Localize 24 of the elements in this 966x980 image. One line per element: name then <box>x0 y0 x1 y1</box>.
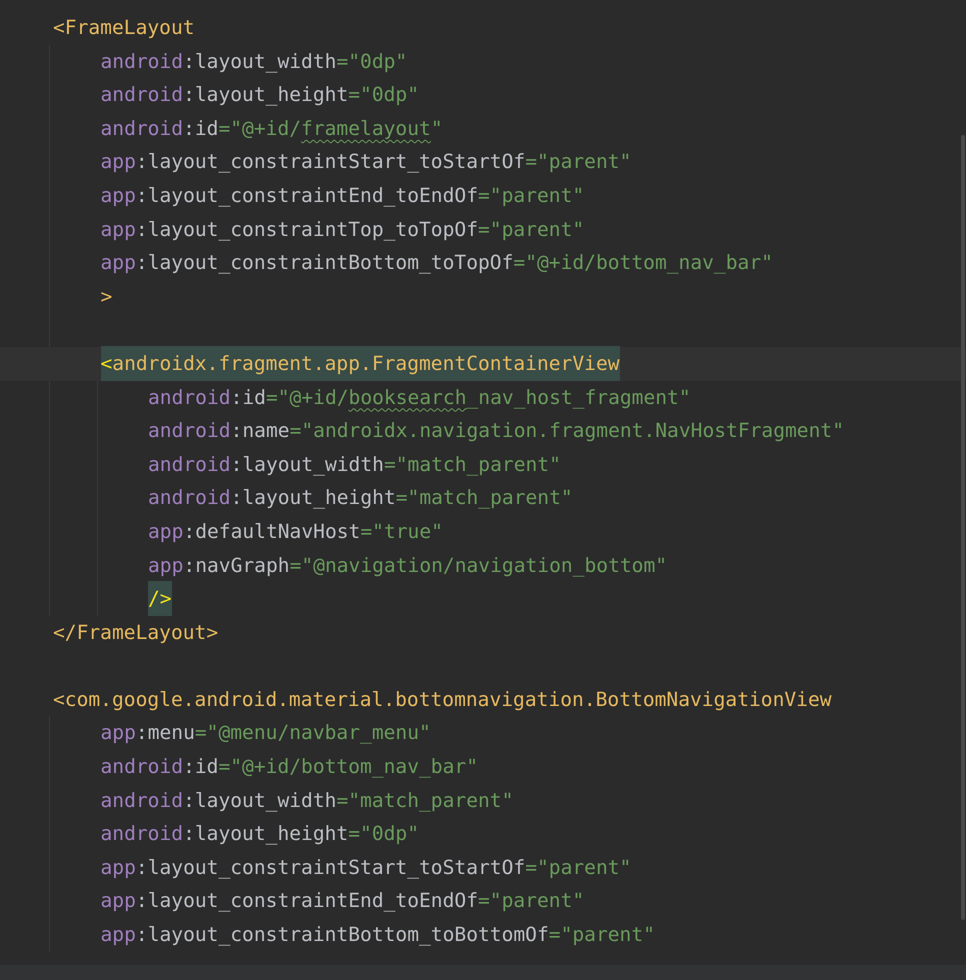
code-line: android:id="@+id/bottom_nav_bar" <box>100 754 478 780</box>
code-line: android:layout_width="match_parent" <box>148 452 561 478</box>
code-line: android:layout_width="0dp" <box>100 48 408 75</box>
code-line: app:defaultNavHost="true" <box>148 518 443 545</box>
code-line: </FrameLayout> <box>53 620 218 646</box>
code-line: app:layout_constraintEnd_toEndOf="parent" <box>100 888 584 914</box>
code-line: android:layout_height="0dp" <box>100 821 420 848</box>
code-line: <com.google.android.material.bottomnavigation.BottomNavigationView <box>53 686 832 713</box>
code-line: app:layout_constraintTop_toTopOf="parent" <box>100 216 584 243</box>
code-line: <FrameLayout <box>53 15 195 41</box>
code-line: app:layout_constraintBottom_toBottomOf="parent" <box>100 922 655 948</box>
code-line: app:navGraph="@navigation/navigation_bottom" <box>148 552 668 579</box>
code-line: app:layout_constraintStart_toStartOf="parent" <box>100 149 632 176</box>
code-line: android:layout_width="match_parent" <box>100 788 514 814</box>
code-line: app:layout_constraintStart_toStartOf="parent" <box>100 854 632 881</box>
code-line: app:layout_constraintEnd_toEndOf="parent" <box>100 182 584 209</box>
code-line: app:layout_constraintBottom_toTopOf="@+id/bottom_nav_bar" <box>100 250 773 276</box>
code-line: app:menu="@menu/navbar_menu" <box>100 720 431 746</box>
code-line: android:layout_height="0dp" <box>100 82 420 108</box>
code-line: > <box>100 284 112 310</box>
code-line: android:name="androidx.navigation.fragment.NavHostFragment" <box>148 418 844 444</box>
code-line: android:id="@+id/booksearch_nav_host_fragment" <box>148 384 691 411</box>
code-line: android:layout_height="match_parent" <box>148 485 573 512</box>
code-line: android:id="@+id/framelayout" <box>100 116 443 142</box>
